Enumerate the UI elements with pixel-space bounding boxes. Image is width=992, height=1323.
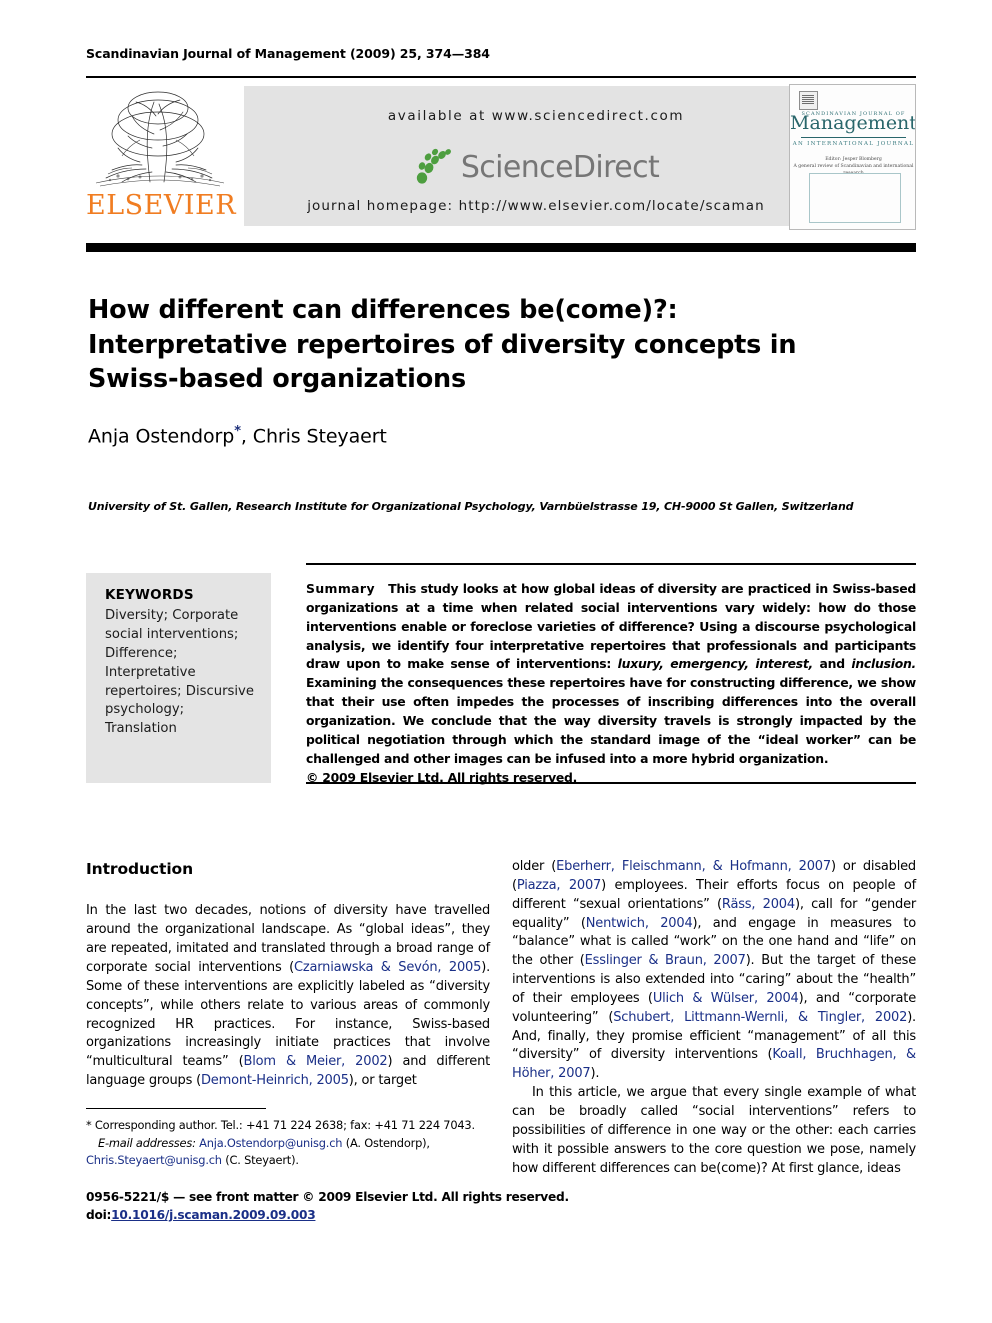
author-first: Anja Ostendorp <box>88 425 235 448</box>
text-run: (A. Ostendorp), <box>342 1135 430 1150</box>
summary-italic-last: inclusion. <box>851 656 916 672</box>
citation-link[interactable]: Esslinger & Braun, 2007 <box>585 953 746 968</box>
author-rest: , Chris Steyaert <box>240 425 387 448</box>
footnote-block: * Corresponding author. Tel.: +41 71 224… <box>86 1117 490 1170</box>
summary-part-2: and <box>813 656 852 672</box>
issn-line: 0956-5221/$ — see front matter © 2009 El… <box>86 1190 569 1204</box>
citation-link[interactable]: Piazza, 2007 <box>517 878 601 893</box>
section-heading-introduction: Introduction <box>86 860 194 878</box>
doi-prefix: doi: <box>86 1208 112 1223</box>
footnote-rule <box>86 1108 266 1109</box>
sciencedirect-wordmark: ScienceDirect <box>460 149 660 185</box>
citation-link[interactable]: Blom & Meier, 2002 <box>244 1054 388 1069</box>
paragraph: In the last two decades, notions of dive… <box>86 902 490 1090</box>
article-page: Scandinavian Journal of Management (2009… <box>0 0 992 1323</box>
footer-legal: 0956-5221/$ — see front matter © 2009 El… <box>86 1188 586 1225</box>
doi-line: doi:10.1016/j.scaman.2009.09.003 <box>86 1206 586 1224</box>
summary-italic-terms: luxury, emergency, interest, <box>617 656 814 672</box>
body-column-right: older (Eberherr, Fleischmann, & Hofmann,… <box>512 858 916 1178</box>
abstract-top-rule <box>306 563 916 565</box>
cover-subtitle: AN INTERNATIONAL JOURNAL <box>792 141 915 147</box>
text-run: ). Some of these interventions are expli… <box>86 960 491 1070</box>
email-link-ostendorp[interactable]: Anja.Ostendorp@unisg.ch <box>199 1136 342 1150</box>
citation-link[interactable]: Demont-Heinrich, 2005 <box>201 1073 349 1088</box>
cover-title-underline <box>801 137 906 138</box>
body-column-left: Introduction In the last two decades, no… <box>86 858 490 1091</box>
citation-link[interactable]: Eberherr, Fleischmann, & Hofmann, 2007 <box>556 859 831 874</box>
abstract-bottom-rule <box>306 782 916 784</box>
title-block: How different can differences be(come)?:… <box>88 293 918 447</box>
journal-cover-thumbnail: SCANDINAVIAN JOURNAL OF Management AN IN… <box>789 84 916 230</box>
citation-link[interactable]: Nentwich, 2004 <box>586 916 693 931</box>
citation-link[interactable]: Räss, 2004 <box>722 897 795 912</box>
summary-label: Summary <box>306 581 375 596</box>
header-rule <box>86 76 916 78</box>
cover-title: Management <box>790 112 916 134</box>
text-run: ), or target <box>348 1073 417 1089</box>
sciencedirect-logo: ScienceDirect <box>244 142 828 192</box>
text-run: older ( <box>512 859 557 874</box>
journal-homepage-text: journal homepage: http://www.elsevier.co… <box>307 198 765 214</box>
masthead: ELSEVIER available at www.sciencedirect.… <box>86 84 916 230</box>
summary-copyright: © 2009 Elsevier Ltd. All rights reserved… <box>306 770 578 786</box>
citation-link[interactable]: Ulich & Wülser, 2004 <box>653 991 799 1006</box>
citation-link[interactable]: Schubert, Littmann-Wernli, & Tingler, 20… <box>613 1010 907 1025</box>
author-list: Anja Ostendorp*, Chris Steyaert <box>88 424 918 447</box>
email-note: E-mail addresses: Anja.Ostendorp@unisg.c… <box>86 1135 490 1170</box>
abstract-summary: Summary This study looks at how global i… <box>306 580 916 788</box>
keywords-list: Diversity; Corporate social intervention… <box>105 608 254 737</box>
paragraph: older (Eberherr, Fleischmann, & Hofmann,… <box>512 858 916 1084</box>
available-at-text: available at www.sciencedirect.com <box>387 108 685 124</box>
title-line-1: How different can differences be(come)?: <box>88 295 678 325</box>
text-run: ). <box>590 1066 600 1082</box>
cover-elsevier-badge-icon <box>799 91 818 110</box>
elsevier-tree-icon <box>95 91 225 187</box>
text-run: (C. Steyaert). <box>221 1153 299 1168</box>
keywords-box: KEYWORDS Diversity; Corporate social int… <box>86 573 271 783</box>
doi-link[interactable]: 10.1016/j.scaman.2009.09.003 <box>111 1208 316 1222</box>
affiliation: University of St. Gallen, Research Insti… <box>88 500 854 513</box>
sciencedirect-banner: available at www.sciencedirect.com Scien… <box>244 86 828 226</box>
elsevier-logo: ELSEVIER <box>86 84 237 230</box>
page-title: How different can differences be(come)?:… <box>88 293 918 397</box>
citation-link[interactable]: Czarniawska & Sevón, 2005 <box>294 960 481 975</box>
masthead-bottom-rule <box>86 243 916 252</box>
summary-part-3: Examining the consequences these reperto… <box>306 675 916 766</box>
email-label: E-mail addresses: <box>98 1135 196 1150</box>
corresponding-author-marker: * <box>234 424 241 440</box>
running-head: Scandinavian Journal of Management (2009… <box>86 46 490 61</box>
title-line-3: Swiss-based organizations <box>88 364 466 395</box>
sciencedirect-leaf-icon <box>416 148 451 184</box>
cover-editor-name: Editor: Jesper Blomberg <box>825 157 882 162</box>
corresponding-author-note: * Corresponding author. Tel.: +41 71 224… <box>86 1118 475 1132</box>
elsevier-wordmark: ELSEVIER <box>86 190 237 221</box>
email-link-steyaert[interactable]: Chris.Steyaert@unisg.ch <box>86 1153 222 1167</box>
keywords-heading: KEYWORDS <box>105 587 194 603</box>
cover-image-placeholder <box>809 173 901 223</box>
title-line-2: Interpretative repertoires of diversity … <box>88 329 797 360</box>
paragraph: In this article, we argue that every sin… <box>512 1085 916 1176</box>
